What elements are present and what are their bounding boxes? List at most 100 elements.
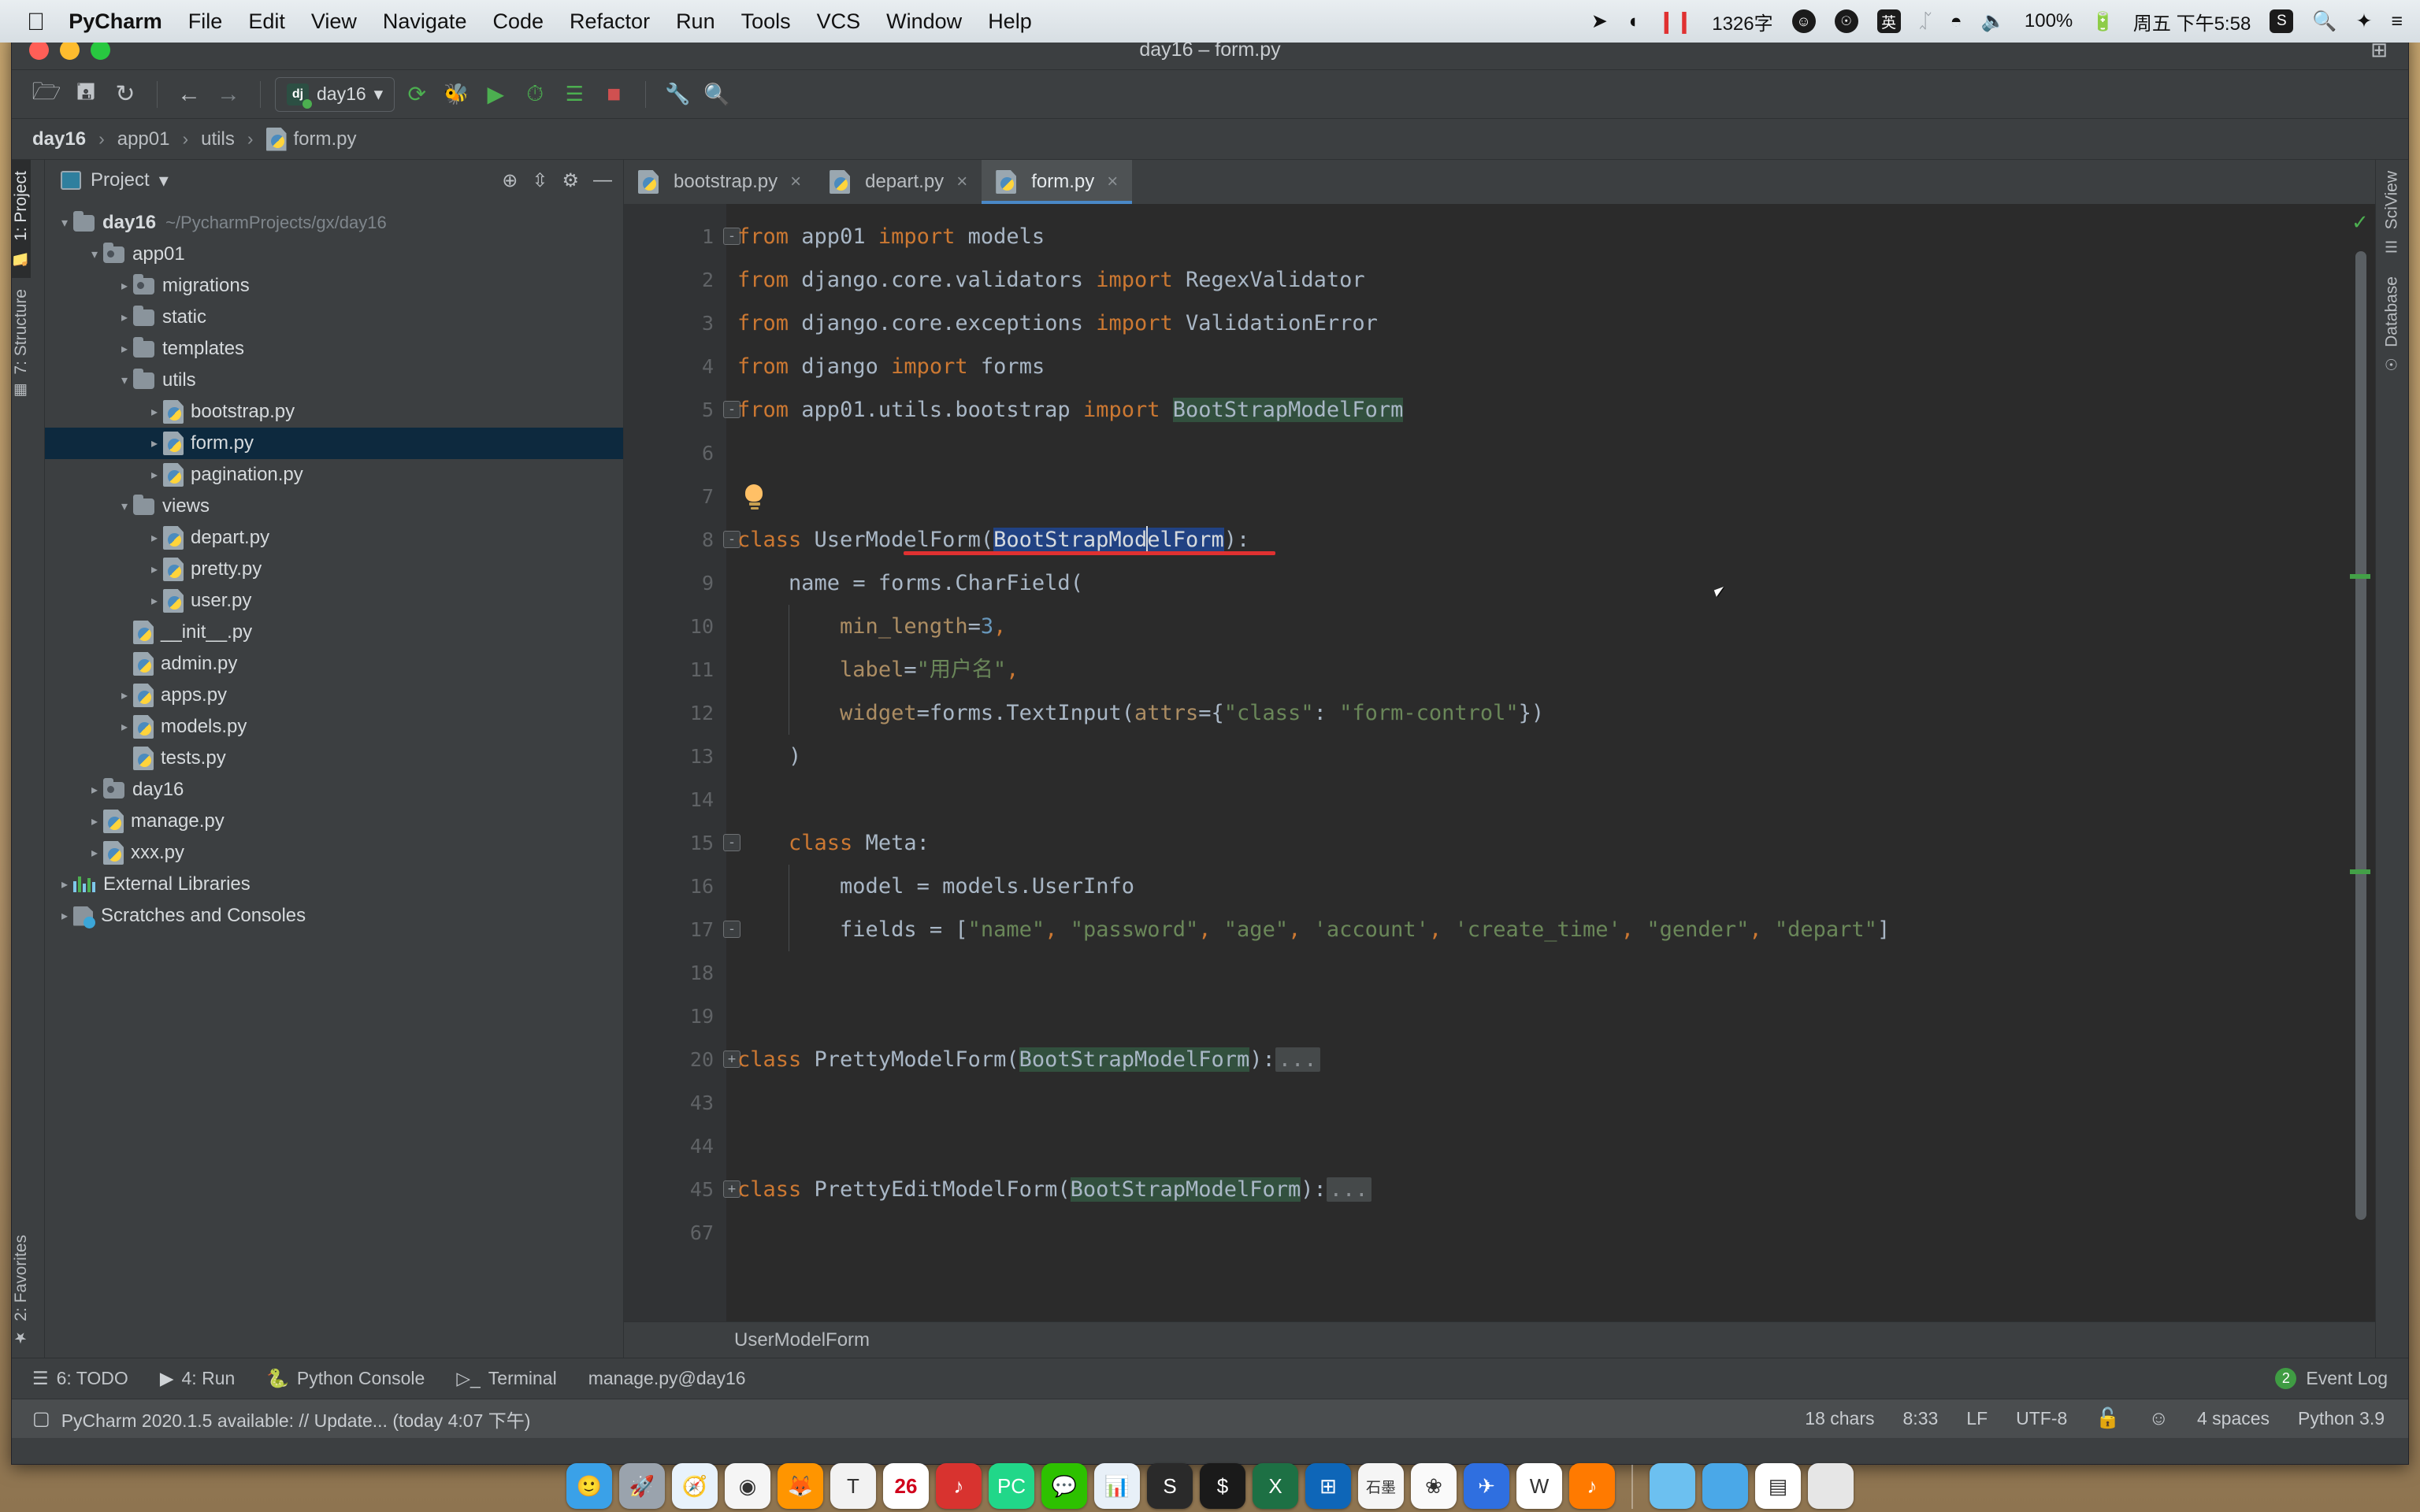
tab-depart-py[interactable]: depart.py × <box>815 160 982 204</box>
code-line[interactable]: from django.core.validators import Regex… <box>726 258 2347 302</box>
line-number[interactable]: 5- <box>624 388 726 432</box>
run-configuration-selector[interactable]: dj day16 ▾ <box>275 77 395 112</box>
line-number[interactable]: 45+ <box>624 1168 726 1211</box>
sidebar-item-structure[interactable]: ▦ 7: Structure <box>12 278 31 411</box>
sogou-input-icon[interactable]: S <box>2270 9 2293 33</box>
chevron-right-icon[interactable]: ▸ <box>86 782 103 798</box>
siri-icon[interactable]: ✦ <box>2355 9 2372 33</box>
chevron-right-icon[interactable]: ▸ <box>146 530 163 546</box>
status-line-separator[interactable]: LF <box>1966 1408 1988 1429</box>
line-number[interactable]: 16 <box>624 865 726 908</box>
dock-app-pycharm[interactable]: PC <box>989 1463 1034 1509</box>
chevron-right-icon[interactable]: ▸ <box>116 309 133 325</box>
line-number[interactable]: 11 <box>624 648 726 691</box>
dock-app-feishu[interactable]: ✈ <box>1464 1463 1509 1509</box>
chevron-right-icon[interactable]: ▸ <box>56 908 73 924</box>
status-encoding[interactable]: UTF-8 <box>2016 1408 2067 1429</box>
chevron-down-icon[interactable]: ▾ <box>86 246 103 262</box>
debug-icon[interactable]: 🐝 <box>439 77 473 112</box>
project-tree[interactable]: ▾day16~/PycharmProjects/gx/day16▾app01▸m… <box>45 201 623 1358</box>
tree-item-form-py[interactable]: ▸form.py <box>45 428 623 459</box>
menu-file[interactable]: File <box>188 9 223 34</box>
tree-item-models-py[interactable]: ▸models.py <box>45 711 623 743</box>
tree-item-day16[interactable]: ▸day16 <box>45 774 623 806</box>
tree-item-migrations[interactable]: ▸migrations <box>45 270 623 302</box>
dock-item-documents-folder[interactable] <box>1702 1463 1748 1509</box>
chevron-right-icon[interactable]: ▸ <box>116 278 133 294</box>
code-editor[interactable]: 1-2345-678-9101112131415-1617-181920+434… <box>624 204 2375 1321</box>
line-number[interactable]: 15- <box>624 821 726 865</box>
close-icon[interactable]: × <box>1107 171 1118 193</box>
tree-item-admin-py[interactable]: ▸admin.py <box>45 648 623 680</box>
menu-edit[interactable]: Edit <box>248 9 285 34</box>
dock-item-spreadsheet-file[interactable]: ▤ <box>1755 1463 1801 1509</box>
line-number[interactable]: 8- <box>624 518 726 561</box>
battery-percent-label[interactable]: 100% <box>2025 10 2073 32</box>
code-line[interactable]: from django import forms <box>726 345 2347 388</box>
code-line[interactable]: class Meta: <box>726 821 2347 865</box>
status-interpreter[interactable]: Python 3.9 <box>2298 1408 2385 1429</box>
dock-item-trash[interactable] <box>1808 1463 1854 1509</box>
sidebar-item-project[interactable]: 📁 1: Project <box>12 160 31 278</box>
status-message[interactable]: PyCharm 2020.1.5 available: // Update...… <box>61 1406 531 1432</box>
chevron-right-icon[interactable]: ▸ <box>116 750 133 766</box>
settings-wrench-icon[interactable]: 🔧 <box>660 77 695 112</box>
chevron-right-icon[interactable]: ▸ <box>116 687 133 703</box>
battery-charging-icon[interactable]: 🔋 <box>2092 11 2114 32</box>
dock-app-excel[interactable]: X <box>1253 1463 1298 1509</box>
breadcrumb-item-app01[interactable]: app01 <box>117 128 170 150</box>
chevron-right-icon[interactable]: ▸ <box>146 467 163 483</box>
status-caret-position[interactable]: 8:33 <box>1903 1408 1939 1429</box>
code-line[interactable]: from app01 import models <box>726 215 2347 258</box>
run-with-console-icon[interactable]: ☰ <box>557 77 592 112</box>
menu-window[interactable]: Window <box>886 9 962 34</box>
code-line[interactable]: name = forms.CharField( <box>726 561 2347 605</box>
line-number[interactable]: 12 <box>624 691 726 735</box>
tree-item--init-py[interactable]: ▸__init__.py <box>45 617 623 648</box>
editor-structure-breadcrumb[interactable]: UserModelForm <box>624 1321 2375 1358</box>
gear-icon[interactable]: ⚙ <box>562 169 579 192</box>
dock-app-chrome[interactable]: ◉ <box>725 1463 770 1509</box>
ime-language-icon[interactable]: 英 <box>1877 9 1901 33</box>
menu-run[interactable]: Run <box>676 9 715 34</box>
breadcrumb-item-utils[interactable]: utils <box>201 128 235 150</box>
bottom-item-terminal[interactable]: ▷_ Terminal <box>456 1368 556 1389</box>
dock-item-downloads-folder[interactable] <box>1650 1463 1695 1509</box>
code-line[interactable]: model = models.UserInfo <box>726 865 2347 908</box>
line-number[interactable]: 13 <box>624 735 726 778</box>
close-icon[interactable]: × <box>790 171 801 193</box>
dock-app-finder[interactable]: 🙂 <box>566 1463 612 1509</box>
line-number[interactable]: 44 <box>624 1125 726 1168</box>
line-number[interactable]: 20+ <box>624 1038 726 1081</box>
forward-icon[interactable]: → <box>211 77 246 112</box>
dock-app-firefox[interactable]: 🦊 <box>778 1463 823 1509</box>
tree-item-xxx-py[interactable]: ▸xxx.py <box>45 837 623 869</box>
moon-status-icon[interactable]: ◖ <box>1627 10 1639 33</box>
chevron-right-icon[interactable]: ▸ <box>116 656 133 672</box>
pause-status-icon[interactable]: ❙❙ <box>1657 9 1693 34</box>
code-line[interactable]: fields = ["name", "password", "age", 'ac… <box>726 908 2347 951</box>
inspection-hat-icon[interactable]: ☺ <box>2148 1407 2169 1430</box>
bottom-item-run[interactable]: ▶ 4: Run <box>160 1368 235 1389</box>
code-line[interactable]: from app01.utils.bootstrap import BootSt… <box>726 388 2347 432</box>
line-number[interactable]: 3 <box>624 302 726 345</box>
feather-status-icon[interactable]: ➤ <box>1591 9 1608 33</box>
dock-app-launchpad[interactable]: 🚀 <box>619 1463 665 1509</box>
dock-app-photos[interactable]: ❀ <box>1411 1463 1457 1509</box>
tree-item-manage-py[interactable]: ▸manage.py <box>45 806 623 837</box>
line-number[interactable]: 18 <box>624 951 726 995</box>
line-number[interactable]: 17- <box>624 908 726 951</box>
open-project-icon[interactable]: 🗁 <box>29 77 64 112</box>
line-number[interactable]: 2 <box>624 258 726 302</box>
tree-item-bootstrap-py[interactable]: ▸bootstrap.py <box>45 396 623 428</box>
dock-app-iterm[interactable]: $ <box>1200 1463 1245 1509</box>
line-number[interactable]: 4 <box>624 345 726 388</box>
bottom-item-python-console[interactable]: 🐍 Python Console <box>266 1368 425 1389</box>
profile-icon[interactable]: ⏱ <box>518 77 552 112</box>
code-line[interactable]: min_length=3, <box>726 605 2347 648</box>
tree-item-user-py[interactable]: ▸user.py <box>45 585 623 617</box>
code-line[interactable]: class PrettyEditModelForm(BootStrapModel… <box>726 1168 2347 1211</box>
dock-app-parallels[interactable]: ⊞ <box>1305 1463 1351 1509</box>
code-line[interactable] <box>726 432 2347 475</box>
volume-icon[interactable]: 🔈 <box>1981 10 2006 33</box>
